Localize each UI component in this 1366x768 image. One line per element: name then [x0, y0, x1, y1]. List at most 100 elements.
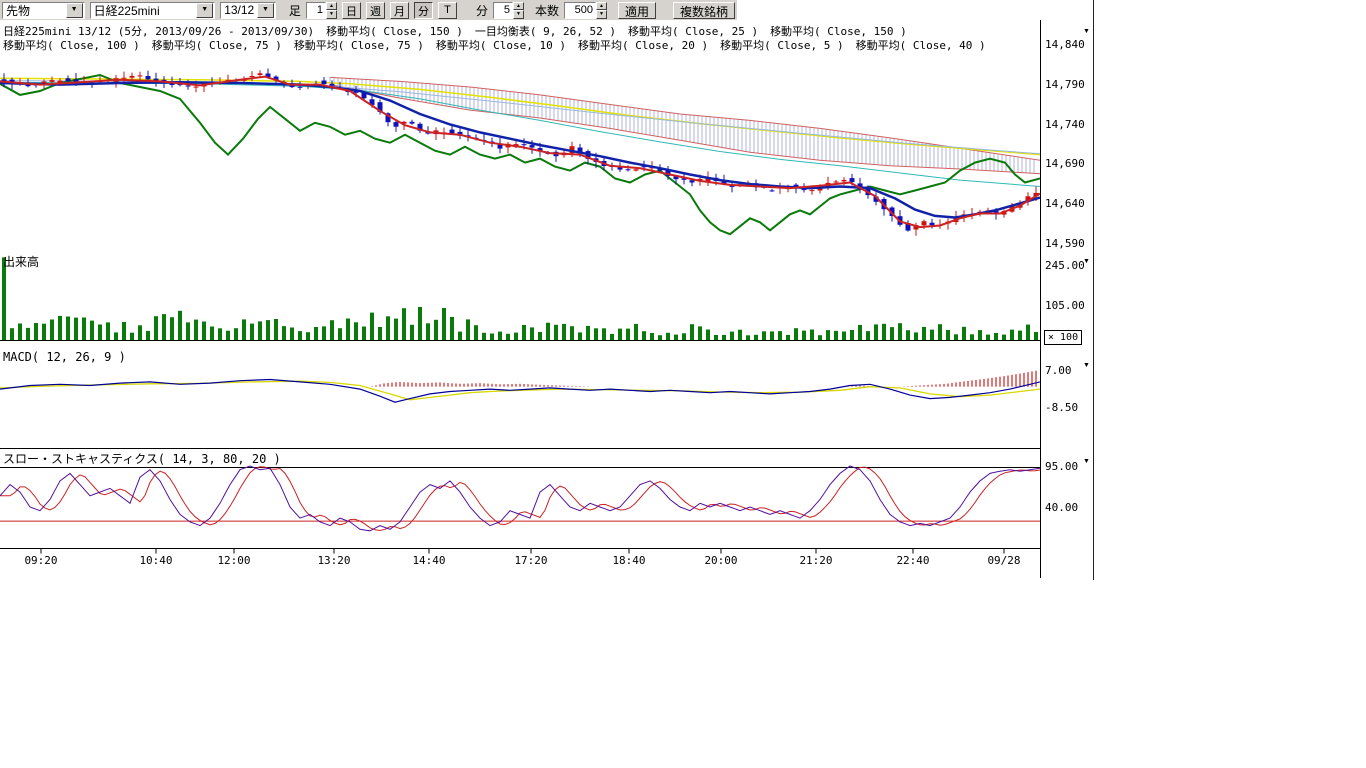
toolbar-controls: 先物 ▼ 日経225mini ▼ 13/12 ▼ 足 1 ▲▼ 日 週 月 分 … [0, 0, 737, 20]
dropdown-arrow-icon[interactable]: ▼ [196, 3, 213, 18]
spin-up-icon[interactable]: ▲ [513, 2, 524, 11]
chart-plot[interactable]: 日経225mini 13/12 (5分, 2013/09/26 - 2013/0… [0, 20, 1041, 578]
candle-body [258, 73, 263, 75]
candle-body [930, 223, 935, 226]
minute-interval-spinner[interactable]: 5 ▲▼ [493, 2, 524, 19]
bar-type-label: 足 [289, 2, 301, 19]
ma-75-cyan-line [0, 82, 1040, 186]
dropdown-arrow-icon[interactable]: ▼ [257, 3, 274, 18]
indicator-legend-line2: 移動平均( Close, 100 ) 移動平均( Close, 75 ) 移動平… [3, 37, 986, 53]
time-axis-label: 09/28 [984, 554, 1024, 567]
candle-body [298, 87, 303, 88]
candle-body [626, 169, 631, 170]
trading-chart-window: 先物 ▼ 日経225mini ▼ 13/12 ▼ 足 1 ▲▼ 日 週 月 分 … [0, 0, 1366, 768]
stochastics-pane-label: スロー・ストキャスティクス( 14, 3, 80, 20 ) [3, 450, 281, 467]
bar-interval-spinner[interactable]: 1 ▲▼ [306, 2, 337, 19]
candle-body [634, 169, 639, 170]
candle-body [130, 76, 135, 78]
apply-button[interactable]: 適用 [618, 2, 656, 19]
multi-symbol-button[interactable]: 複数銘柄 [673, 2, 735, 19]
toolbar: 先物 ▼ 日経225mini ▼ 13/12 ▼ 足 1 ▲▼ 日 週 月 分 … [0, 0, 1094, 21]
indicator-label: 移動平均( Close, 75 ) [152, 37, 282, 53]
candle-body [250, 76, 255, 77]
bar-count-spinner[interactable]: 500 ▲▼ [564, 2, 607, 19]
time-axis-label: 10:40 [136, 554, 176, 567]
time-axis-label: 09:20 [21, 554, 61, 567]
period-minute-button[interactable]: 分 [414, 2, 433, 19]
period-tick-button[interactable]: T [438, 2, 457, 19]
candlestick-series [2, 69, 1039, 236]
pane-scroll-arrow-icon[interactable]: ▼ [1083, 258, 1090, 266]
volume-axis-label: 245.00 [1045, 259, 1085, 272]
candle-body [834, 182, 839, 183]
time-axis-label: 18:40 [609, 554, 649, 567]
bar-count-label: 本数 [535, 2, 559, 19]
pane-scroll-arrow-icon[interactable]: ▼ [1083, 458, 1090, 466]
candle-body [322, 81, 327, 85]
volume-series [4, 257, 1036, 340]
candle-body [842, 180, 847, 181]
candle-body [66, 78, 71, 81]
macd-axis-label: -8.50 [1045, 401, 1078, 414]
candle-body [530, 145, 535, 147]
candle-body [186, 86, 191, 87]
spin-up-icon[interactable]: ▲ [596, 2, 607, 11]
symbol-value: 日経225mini [91, 2, 196, 19]
volume-pane-label: 出来高 [3, 253, 39, 270]
period-day-button[interactable]: 日 [342, 2, 361, 19]
pane-scroll-arrow-icon[interactable]: ▼ [1083, 28, 1090, 36]
minute-label: 分 [476, 2, 488, 19]
period-month-button[interactable]: 月 [390, 2, 409, 19]
spin-down-icon[interactable]: ▼ [326, 10, 337, 19]
spinner-arrows[interactable]: ▲▼ [326, 2, 337, 19]
bar-interval-value: 1 [306, 2, 326, 19]
instrument-type-value: 先物 [3, 2, 65, 19]
right-axis: × 100 14,84014,79014,74014,69014,64014,5… [1041, 20, 1093, 578]
spin-down-icon[interactable]: ▼ [513, 10, 524, 19]
stoch-axis-label: 95.00 [1045, 460, 1078, 473]
dropdown-arrow-icon[interactable]: ▼ [66, 3, 83, 18]
price-axis-label: 14,740 [1045, 118, 1085, 131]
time-axis-label: 17:20 [511, 554, 551, 567]
spinner-arrows[interactable]: ▲▼ [596, 2, 607, 19]
indicator-label: 移動平均( Close, 10 ) [436, 37, 566, 53]
indicator-label: 移動平均( Close, 5 ) [720, 37, 843, 53]
volume-multiplier-badge: × 100 [1044, 330, 1082, 345]
candle-body [122, 78, 127, 79]
candle-body [810, 190, 815, 191]
pane-scroll-arrow-icon[interactable]: ▼ [1083, 362, 1090, 370]
time-axis-label: 22:40 [893, 554, 933, 567]
ma-10-red-line [0, 77, 1040, 228]
bar-count-value: 500 [564, 2, 596, 19]
price-axis-label: 14,690 [1045, 157, 1085, 170]
time-axis-label: 14:40 [409, 554, 449, 567]
spin-up-icon[interactable]: ▲ [326, 2, 337, 11]
indicator-label: 移動平均( Close, 40 ) [856, 37, 986, 53]
chart-area: 日経225mini 13/12 (5分, 2013/09/26 - 2013/0… [0, 20, 1094, 580]
period-week-button[interactable]: 週 [366, 2, 385, 19]
contract-month-select[interactable]: 13/12 ▼ [220, 2, 276, 19]
candle-body [146, 76, 151, 79]
symbol-select[interactable]: 日経225mini ▼ [90, 2, 216, 19]
macd-axis-label: 7.00 [1045, 364, 1072, 377]
indicator-label: 移動平均( Close, 20 ) [578, 37, 708, 53]
candle-body [450, 130, 455, 134]
spin-down-icon[interactable]: ▼ [596, 10, 607, 19]
time-axis-label: 20:00 [701, 554, 741, 567]
indicator-label: 移動平均( Close, 75 ) [294, 37, 424, 53]
macd-histogram [372, 371, 1036, 387]
candle-body [194, 87, 199, 88]
spinner-arrows[interactable]: ▲▼ [513, 2, 524, 19]
price-axis-label: 14,590 [1045, 237, 1085, 250]
minute-interval-value: 5 [493, 2, 513, 19]
candle-body [50, 80, 55, 82]
price-axis-label: 14,640 [1045, 197, 1085, 210]
time-axis-label: 12:00 [214, 554, 254, 567]
chart-canvas[interactable] [0, 20, 1040, 578]
candle-body [922, 221, 927, 225]
indicator-label: 移動平均( Close, 100 ) [3, 37, 140, 53]
candle-body [410, 122, 415, 124]
candle-body [330, 84, 335, 86]
time-axis-label: 21:20 [796, 554, 836, 567]
instrument-type-select[interactable]: 先物 ▼ [2, 2, 85, 19]
